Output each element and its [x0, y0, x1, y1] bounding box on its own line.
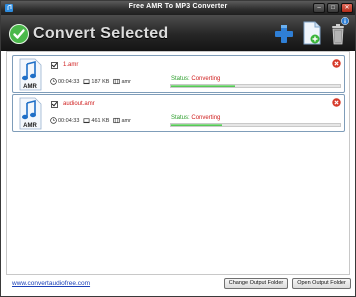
file-name: 1.amr [63, 62, 79, 68]
select-checkbox[interactable] [51, 101, 58, 108]
convert-selected-label: Convert Selected [33, 25, 169, 42]
file-size: 461 KB [91, 117, 110, 124]
progress-bar [170, 123, 341, 127]
file-type-label: AMR [23, 84, 37, 90]
file-item[interactable]: AMR 1.amr 00:04:33 187 KB amr Status: Co… [12, 55, 345, 93]
file-meta: 00:04:33 187 KB amr [50, 78, 135, 85]
remove-item-icon[interactable] [332, 98, 341, 107]
file-format: amr [121, 117, 131, 124]
change-output-folder-button[interactable]: Change Output Folder [224, 278, 288, 289]
toolbar: Convert Selected [1, 15, 355, 51]
app-window: Free AMR To MP3 Converter – □ ✕ Convert … [0, 0, 356, 297]
file-size: 187 KB [91, 78, 110, 85]
output-file-icon[interactable] [303, 21, 321, 45]
title-bar[interactable]: Free AMR To MP3 Converter – □ ✕ [1, 1, 355, 15]
file-name: audiout.amr [63, 101, 95, 107]
amr-file-icon: AMR [19, 97, 42, 130]
add-icon[interactable] [274, 24, 294, 44]
window-controls: – □ ✕ [313, 3, 353, 13]
convert-selected-button[interactable]: Convert Selected [9, 22, 169, 46]
film-format-icon [113, 117, 121, 124]
info-icon[interactable] [341, 17, 349, 25]
status-label: Status: [171, 115, 190, 121]
check-circle-icon [9, 24, 29, 44]
status-text: Status: Converting [171, 115, 220, 121]
status-value: Converting [191, 76, 221, 82]
open-output-folder-button[interactable]: Open Output Folder [292, 278, 351, 289]
clock-icon [50, 117, 57, 124]
file-format: amr [121, 78, 131, 85]
select-checkbox[interactable] [51, 62, 58, 69]
disk-size-icon [83, 79, 90, 85]
duration: 00:04:33 [58, 78, 80, 85]
progress-bar [170, 84, 341, 88]
clock-icon [50, 78, 57, 85]
progress-fill [171, 85, 236, 87]
progress-fill [171, 124, 222, 126]
close-window-button[interactable]: ✕ [341, 3, 353, 13]
maximize-button[interactable]: □ [327, 3, 339, 13]
status-text: Status: Converting [171, 76, 220, 82]
remove-item-icon[interactable] [332, 59, 341, 68]
file-meta: 00:04:33 461 KB amr [50, 117, 135, 124]
amr-file-icon: AMR [19, 58, 42, 91]
status-label: Status: [171, 76, 190, 82]
file-item[interactable]: AMR audiout.amr 00:04:33 461 KB amr Stat… [12, 94, 345, 132]
status-value: Converting [191, 115, 221, 121]
duration: 00:04:33 [58, 117, 80, 124]
window-title: Free AMR To MP3 Converter [128, 3, 228, 10]
file-list: AMR 1.amr 00:04:33 187 KB amr Status: Co… [6, 51, 350, 275]
website-link[interactable]: www.convertaudiofree.com [12, 280, 90, 287]
minimize-button[interactable]: – [313, 3, 325, 13]
film-format-icon [113, 78, 121, 85]
file-type-label: AMR [23, 123, 37, 129]
disk-size-icon [83, 118, 90, 124]
trash-icon[interactable] [331, 23, 345, 45]
